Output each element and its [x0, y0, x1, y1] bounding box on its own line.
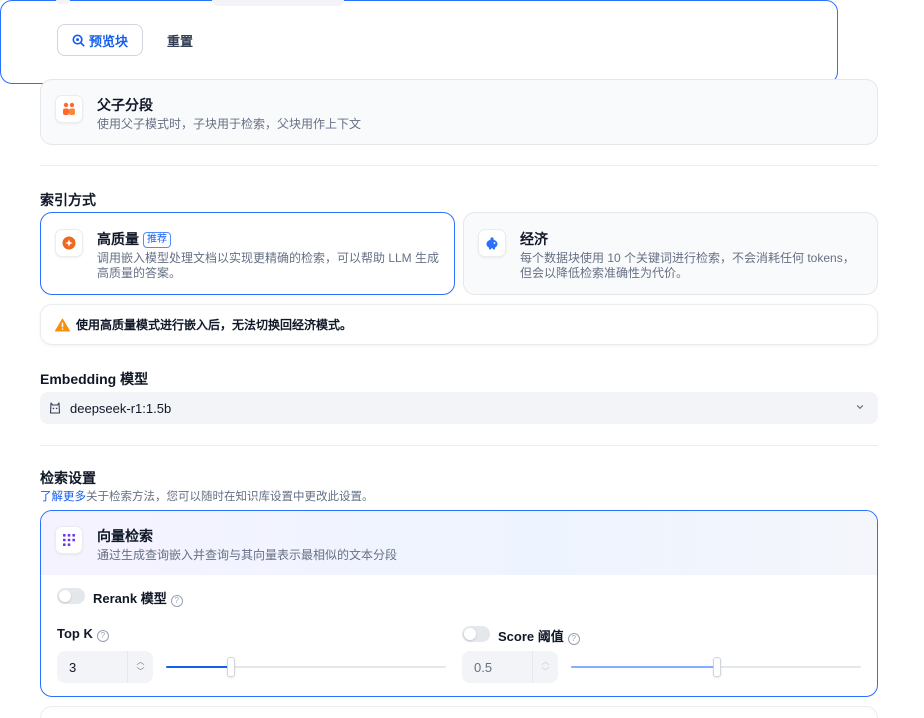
high-quality-description: 调用嵌入模型处理文档以实现更精确的检索，可以帮助 LLM 生成 高质量的答案。: [97, 251, 447, 281]
high-quality-desc-line2: 高质量的答案。: [97, 266, 182, 280]
high-quality-icon: [55, 229, 83, 257]
score-threshold-slider-thumb[interactable]: [713, 657, 721, 677]
reset-button[interactable]: 重置: [158, 24, 202, 56]
top-k-input[interactable]: 3 ︿ ﹀: [57, 651, 153, 683]
stepper-up-icon[interactable]: ︿: [542, 657, 550, 667]
economy-description: 每个数据块使用 10 个关键词进行检索，不会消耗任何 tokens， 但会以降低…: [520, 251, 870, 281]
index-method-title: 索引方式: [40, 192, 96, 208]
top-k-stepper[interactable]: ︿ ﹀: [127, 651, 153, 683]
high-quality-title-text: 高质量: [97, 231, 139, 247]
warning-icon: [55, 318, 70, 331]
preview-block-button[interactable]: 预览块: [57, 24, 143, 56]
top-k-label: Top K?: [57, 626, 109, 642]
top-k-slider-thumb[interactable]: [227, 657, 236, 677]
help-icon[interactable]: ?: [170, 595, 183, 607]
parent-child-card[interactable]: [40, 79, 878, 145]
input-partial[interactable]: [212, 0, 344, 6]
zoom-icon: [72, 33, 85, 47]
divider: [40, 445, 878, 446]
top-k-slider[interactable]: [166, 657, 446, 677]
learn-more-link[interactable]: 了解更多: [40, 491, 86, 503]
warning-text: 使用高质量模式进行嵌入后，无法切换回经济模式。: [76, 318, 353, 332]
checkbox-partial[interactable]: [56, 0, 70, 4]
high-quality-title: 高质量 推荐: [97, 229, 171, 249]
retrieval-settings-title: 检索设置: [40, 470, 96, 486]
help-icon[interactable]: ?: [96, 630, 109, 642]
stepper-up-icon[interactable]: ︿: [137, 657, 145, 667]
warning-banner: 使用高质量模式进行嵌入后，无法切换回经济模式。: [40, 304, 878, 345]
score-threshold-slider-fill: [571, 666, 716, 668]
rerank-label-text: Rerank 模型: [93, 591, 167, 606]
score-threshold-slider[interactable]: [571, 657, 861, 677]
score-threshold-value: 0.5: [474, 659, 493, 675]
stepper-down-icon[interactable]: ﹀: [137, 667, 145, 677]
high-quality-desc-line1: 调用嵌入模型处理文档以实现更精确的检索，可以帮助 LLM 生成: [97, 251, 440, 265]
rerank-toggle[interactable]: [57, 588, 85, 604]
top-k-label-text: Top K: [57, 626, 93, 641]
model-provider-icon: [49, 402, 61, 414]
score-threshold-toggle[interactable]: [462, 626, 490, 642]
score-threshold-input[interactable]: 0.5 ︿ ﹀: [462, 651, 558, 683]
retrieval-hint-text: 关于检索方法，您可以随时在知识库设置中更改此设置。: [86, 491, 374, 503]
preview-block-label: 预览块: [88, 33, 128, 49]
vector-search-title: 向量检索: [97, 528, 153, 544]
vector-search-description: 通过生成查询嵌入并查询与其向量表示最相似的文本分段: [97, 548, 398, 562]
recommended-badge: 推荐: [143, 232, 171, 248]
divider: [40, 165, 878, 166]
retrieval-settings-hint: 了解更多关于检索方法，您可以随时在知识库设置中更改此设置。: [40, 490, 374, 505]
top-k-value: 3: [69, 659, 77, 675]
score-threshold-label: Score 阈值?: [498, 626, 580, 645]
economy-title: 经济: [520, 231, 548, 247]
parent-child-description: 使用父子模式时，子块用于检索，父块用作上下文: [97, 117, 362, 131]
chevron-down-icon: [856, 405, 864, 410]
parent-child-title: 父子分段: [97, 97, 153, 113]
score-threshold-label-text: Score 阈值: [498, 629, 564, 644]
economy-icon: [478, 229, 506, 257]
full-text-search-card[interactable]: [40, 706, 878, 718]
help-icon[interactable]: ?: [567, 633, 580, 645]
stepper-down-icon[interactable]: ﹀: [542, 667, 550, 677]
embedding-model-title: Embedding 模型: [40, 371, 149, 387]
parent-child-icon: [55, 95, 83, 123]
economy-desc-line2: 但会以降低检索准确性为代价。: [520, 266, 689, 280]
rerank-label: Rerank 模型?: [93, 588, 183, 607]
economy-desc-line1: 每个数据块使用 10 个关键词进行检索，不会消耗任何 tokens，: [520, 251, 855, 265]
embedding-model-value: deepseek-r1:1.5b: [70, 400, 172, 416]
top-k-slider-fill: [166, 666, 231, 668]
score-threshold-stepper[interactable]: ︿ ﹀: [532, 651, 558, 683]
vector-search-header: [41, 511, 877, 575]
vector-search-icon: [55, 526, 83, 554]
embedding-model-select[interactable]: deepseek-r1:1.5b: [40, 392, 878, 424]
